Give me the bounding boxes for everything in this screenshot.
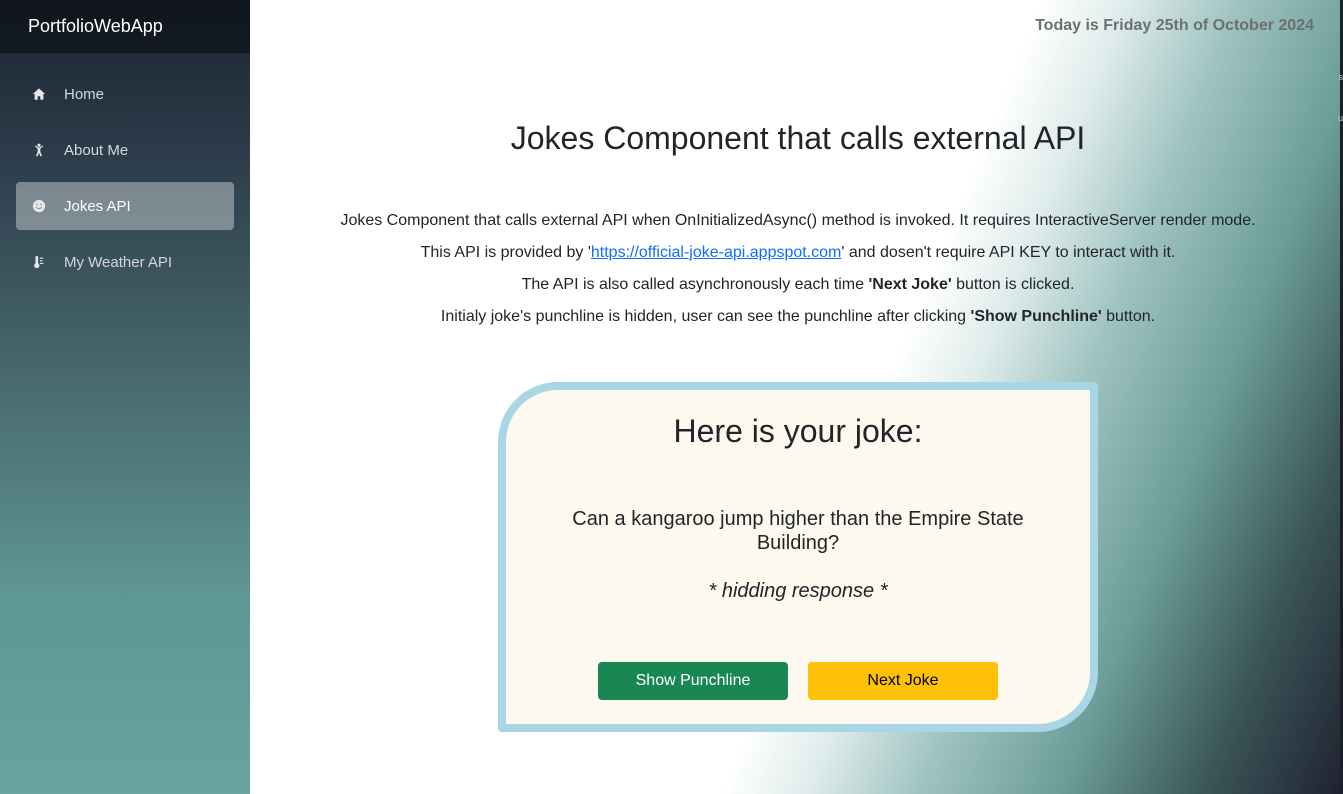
home-icon [31, 86, 47, 102]
description-bold: 'Next Joke' [868, 276, 952, 293]
sidebar-item-label: Home [64, 85, 105, 103]
brand-link[interactable]: PortfolioWebApp [28, 16, 163, 37]
person-icon [31, 142, 47, 158]
description: Jokes Component that calls external API … [250, 211, 1343, 339]
description-text: Initialy joke's punchline is hidden, use… [440, 308, 971, 325]
description-line-3: The API is also called asynchronously ea… [250, 275, 1343, 307]
description-text: button. [1101, 308, 1156, 325]
sidebar-item-jokes-api[interactable]: Jokes API [16, 182, 234, 230]
sidebar-item-my-weather-api[interactable]: My Weather API [16, 238, 234, 286]
sidebar-item-label: About Me [64, 141, 129, 159]
show-punchline-button[interactable]: Show Punchline [598, 662, 788, 700]
joke-card: Here is your joke: Can a kangaroo jump h… [498, 382, 1098, 732]
thermometer-icon [31, 254, 47, 270]
joke-punchline: * hidding response * [708, 580, 888, 602]
sidebar: PortfolioWebApp Home About Me Jokes API … [0, 0, 250, 794]
sidebar-item-home[interactable]: Home [16, 70, 234, 118]
joke-card-title: Here is your joke: [673, 413, 923, 449]
description-text: The API is also called asynchronously ea… [521, 276, 869, 293]
description-text: ' and dosen't require API KEY to interac… [841, 244, 1176, 261]
joke-api-link[interactable]: https://official-joke-api.appspot.com [591, 244, 842, 261]
joke-setup: Can a kangaroo jump higher than the Empi… [572, 508, 1024, 554]
sidebar-item-label: My Weather API [64, 253, 173, 271]
smiley-icon [31, 198, 47, 214]
description-line-1: Jokes Component that calls external API … [250, 211, 1343, 243]
description-bold: 'Show Punchline' [970, 308, 1102, 325]
description-text: button is clicked. [951, 276, 1075, 293]
description-text: This API is provided by ' [420, 244, 591, 261]
description-text: Jokes Component that calls external API … [340, 212, 1256, 229]
sidebar-item-about-me[interactable]: About Me [16, 126, 234, 174]
date-display: Today is Friday 25th of October 2024 [1035, 17, 1314, 34]
page-title: Jokes Component that calls external API [510, 120, 1086, 156]
edge-glyph: s [1338, 72, 1343, 82]
nav-menu: Home About Me Jokes API My Weather API [0, 54, 250, 286]
description-line-2: This API is provided by 'https://officia… [250, 243, 1343, 275]
main-content: Today is Friday 25th of October 2024 s u… [250, 0, 1343, 794]
description-line-4: Initialy joke's punchline is hidden, use… [250, 307, 1343, 339]
brand-bar: PortfolioWebApp [0, 0, 250, 54]
next-joke-button[interactable]: Next Joke [808, 662, 998, 700]
sidebar-item-label: Jokes API [64, 197, 131, 215]
